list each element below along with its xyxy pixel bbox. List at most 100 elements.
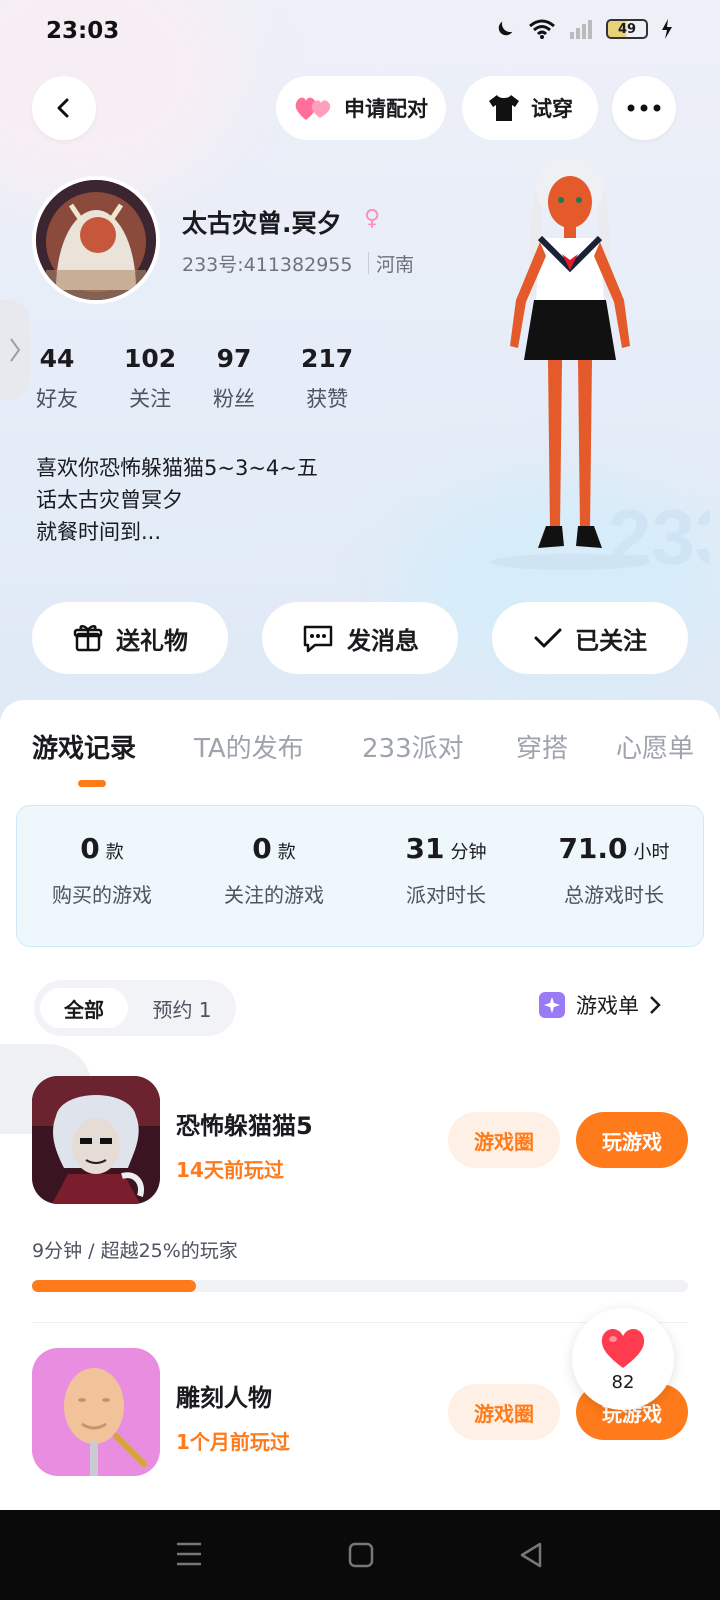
try-on-label: 试穿 [531, 97, 573, 121]
try-on-button[interactable]: 试穿 [462, 76, 598, 140]
status-time: 23:03 [46, 18, 120, 44]
stat-following[interactable]: 102 关注 [124, 344, 176, 413]
stat-value: 217 [301, 344, 354, 373]
signal-icon [570, 20, 592, 39]
stat-value: 44 [39, 344, 75, 373]
pair-request-button[interactable]: 申请配对 [276, 76, 446, 140]
avatar-3d-character[interactable] [470, 150, 670, 570]
more-dots-icon [627, 104, 661, 112]
message-bubble-icon [303, 625, 333, 653]
avatar-image [36, 180, 156, 300]
game-cover-image [32, 1348, 160, 1476]
stat-label: 好友 [36, 387, 78, 411]
send-message-button[interactable]: 发消息 [262, 602, 458, 674]
summary-label: 派对时长 [406, 883, 486, 907]
stat-friends[interactable]: 44 好友 [36, 344, 78, 413]
chevron-right-icon [10, 338, 21, 362]
charging-icon [662, 19, 672, 39]
tab-outfits[interactable]: 穿搭 [516, 728, 568, 765]
status-icons: 49 [494, 18, 674, 40]
tab-posts[interactable]: TA的发布 [194, 728, 304, 765]
status-bar: 23:03 49 [0, 0, 720, 62]
game-list-link[interactable]: 游戏单 [538, 990, 661, 1020]
more-button[interactable] [612, 76, 676, 140]
game-progress-fill [32, 1280, 196, 1292]
stat-label: 获赞 [306, 387, 349, 411]
game-name[interactable]: 雕刻人物 [176, 1378, 272, 1413]
summary-unit: 款 [277, 842, 296, 863]
female-gender-icon: ♀ [364, 206, 381, 231]
summary-label: 购买的游戏 [52, 883, 152, 907]
summary-value: 71.0 [558, 832, 628, 865]
tab-party[interactable]: 233派对 [362, 728, 464, 765]
game-circle-button[interactable]: 游戏圈 [448, 1384, 560, 1440]
avatar[interactable] [32, 176, 160, 304]
side-drawer-handle[interactable] [0, 300, 30, 400]
summary-unit: 分钟 [450, 842, 487, 863]
bio-line: 喜欢你恐怖躲猫猫5~3~4~五 [36, 456, 318, 480]
filter-reserved[interactable]: 预约 1 [134, 988, 230, 1028]
wifi-icon [529, 19, 555, 39]
gift-icon [73, 625, 103, 652]
summary-purchased[interactable]: 0款 购买的游戏 [40, 832, 164, 908]
summary-value: 31 [405, 832, 445, 865]
chevron-right-icon [650, 996, 661, 1014]
game-progress-text: 9分钟 / 超越25%的玩家 [32, 1240, 238, 1262]
send-message-label: 发消息 [347, 626, 419, 655]
battery-icon: 49 [606, 19, 648, 39]
user-region: 河南 [376, 254, 415, 276]
filter-all[interactable]: 全部 [40, 988, 128, 1028]
stat-value: 97 [216, 344, 252, 373]
home-icon[interactable] [348, 1542, 374, 1568]
game-last-played: 1个月前玩过 [176, 1430, 290, 1454]
game-circle-button[interactable]: 游戏圈 [448, 1112, 560, 1168]
moon-icon [498, 21, 513, 36]
game-filter: 全部 预约 1 [34, 980, 236, 1036]
back-arrow-icon [57, 98, 69, 118]
summary-label: 总游戏时长 [564, 883, 664, 907]
bio-line: 话太古灾曾冥夕 [36, 488, 183, 512]
followed-label: 已关注 [575, 626, 647, 655]
tshirt-icon [489, 95, 519, 121]
game-icon-hide-and-seek[interactable] [32, 1076, 160, 1204]
summary-total-time: 71.0 小时 总游戏时长 [552, 832, 676, 908]
username: 太古灾曾.冥夕 [182, 209, 342, 238]
summary-unit: 款 [105, 842, 124, 863]
stat-value: 102 [124, 344, 177, 373]
send-gift-button[interactable]: 送礼物 [32, 602, 228, 674]
game-icon-sculpt-people[interactable] [32, 1348, 160, 1476]
pair-request-label: 申请配对 [344, 97, 428, 121]
back-button[interactable] [32, 76, 96, 140]
system-navigation-bar [0, 1510, 720, 1600]
summary-value: 0 [80, 832, 100, 865]
stat-fans[interactable]: 97 粉丝 [213, 344, 255, 413]
game-last-played: 14天前玩过 [176, 1158, 284, 1182]
double-heart-icon [295, 97, 331, 120]
check-icon [534, 628, 562, 648]
user-bio: 喜欢你恐怖躲猫猫5~3~4~五 话太古灾曾冥夕 就餐时间到... [36, 452, 318, 548]
send-gift-label: 送礼物 [116, 626, 188, 655]
stat-likes[interactable]: 217 获赞 [301, 344, 353, 413]
like-floating-button[interactable]: 82 [572, 1308, 674, 1410]
like-count: 82 [611, 1371, 635, 1393]
divider [368, 252, 369, 274]
game-name[interactable]: 恐怖躲猫猫5 [176, 1106, 313, 1141]
tab-game-records[interactable]: 游戏记录 [32, 728, 136, 765]
heart-icon [601, 1328, 645, 1368]
back-nav-icon[interactable] [518, 1542, 544, 1568]
summary-value: 0 [252, 832, 272, 865]
sparkle-icon [539, 992, 565, 1018]
summary-unit: 小时 [633, 842, 670, 863]
stat-label: 关注 [129, 387, 172, 411]
summary-label: 关注的游戏 [224, 883, 324, 907]
tab-wishlist[interactable]: 心愿单 [616, 728, 694, 765]
stat-label: 粉丝 [213, 387, 255, 411]
summary-followed-games[interactable]: 0款 关注的游戏 [212, 832, 336, 908]
summary-party-time: 31 分钟 派对时长 [384, 832, 508, 908]
user-id: 233号:411382955 [182, 254, 353, 276]
play-game-button[interactable]: 玩游戏 [576, 1112, 688, 1168]
menu-icon[interactable] [176, 1542, 202, 1566]
followed-button[interactable]: 已关注 [492, 602, 688, 674]
tab-indicator [78, 780, 106, 787]
bio-line: 就餐时间到... [36, 520, 162, 544]
